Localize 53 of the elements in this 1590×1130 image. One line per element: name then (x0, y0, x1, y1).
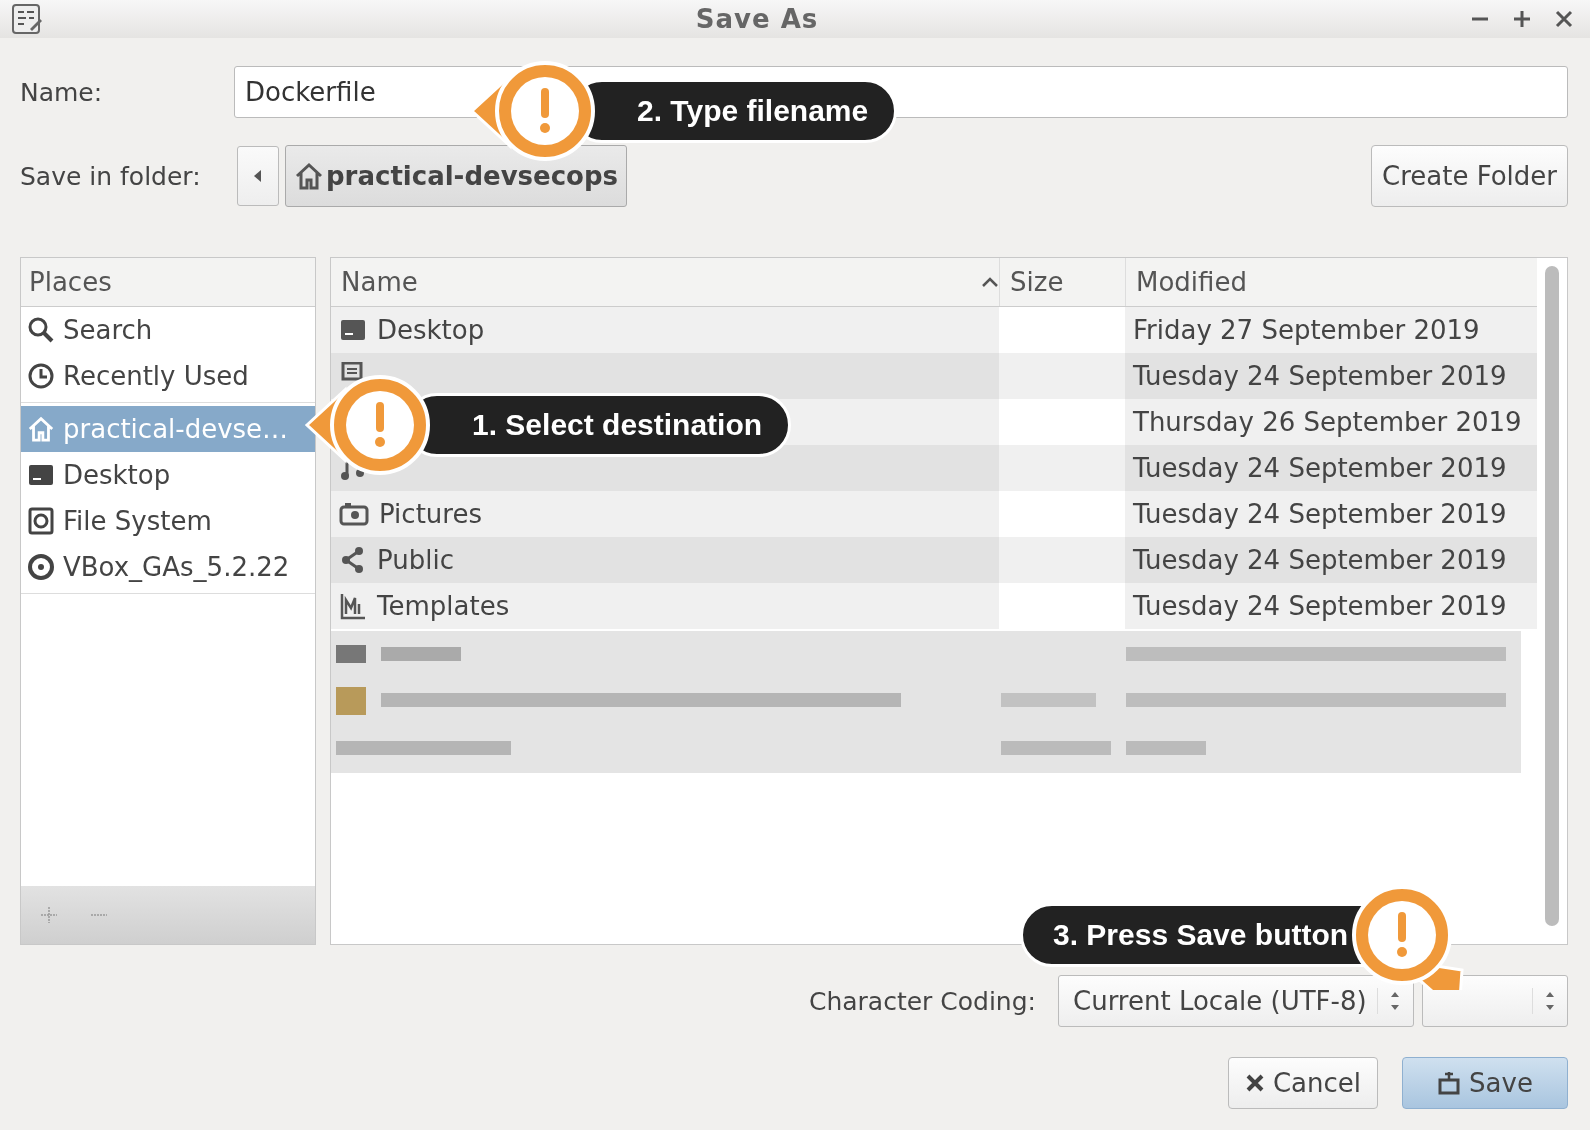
back-button[interactable] (237, 146, 279, 206)
coding-dropdown[interactable]: Current Locale (UTF-8) (1058, 975, 1414, 1027)
file-row[interactable]: Public Tuesday 24 September 2019 (331, 537, 1537, 583)
line-ending-dropdown[interactable] (1422, 975, 1568, 1027)
home-icon (27, 415, 55, 443)
save-button[interactable]: Save (1402, 1057, 1568, 1109)
modified-column-header[interactable]: Modified (1125, 258, 1537, 306)
notepad-icon (10, 3, 44, 35)
file-name: Public (377, 545, 455, 575)
disc-icon (27, 553, 55, 581)
drive-icon (27, 507, 55, 535)
modified-date: Friday 27 September 2019 (1133, 315, 1480, 345)
coding-label: Character Coding: (808, 986, 1036, 1016)
search-icon (27, 316, 55, 344)
size-column-header[interactable]: Size (999, 258, 1125, 306)
place-item[interactable]: Desktop (21, 452, 315, 498)
folder-label: Save in folder: (20, 161, 202, 191)
name-label: Name: (20, 77, 104, 107)
file-row[interactable]: Desktop Friday 27 September 2019 (331, 307, 1537, 353)
save-tray-icon (1437, 1070, 1462, 1096)
modified-date: Tuesday 24 September 2019 (1133, 453, 1507, 483)
add-icon[interactable] (39, 905, 59, 925)
modified-date: Thursday 26 September 2019 (1133, 407, 1522, 437)
create-folder-button[interactable]: Create Folder (1371, 145, 1568, 207)
file-name: Pictures (379, 499, 483, 529)
file-row[interactable]: Tuesday 24 September 2019 (331, 353, 1537, 399)
close-icon (1244, 1073, 1265, 1093)
close-icon[interactable] (1554, 9, 1574, 29)
modified-date: Tuesday 24 September 2019 (1133, 545, 1507, 575)
window-title: Save As (694, 4, 820, 34)
file-row[interactable]: Templates Tuesday 24 September 2019 (331, 583, 1537, 629)
name-column-header[interactable]: Name (331, 258, 999, 306)
cancel-button[interactable]: Cancel (1227, 1057, 1378, 1109)
camera-icon (339, 500, 369, 528)
file-name: Templates (377, 591, 511, 621)
left-arrow-icon (254, 170, 262, 182)
places-header: Places (21, 258, 315, 307)
place-item[interactable]: Recently Used (21, 353, 315, 399)
path-button[interactable]: practical-devsecops (285, 145, 628, 207)
maximize-icon[interactable] (1512, 9, 1532, 29)
home-icon (294, 162, 324, 190)
modified-date: Tuesday 24 September 2019 (1133, 591, 1507, 621)
sort-up-icon (981, 276, 999, 288)
place-item[interactable]: VBox_GAs_5.2.22 (21, 544, 315, 590)
modified-date: Tuesday 24 September 2019 (1133, 499, 1507, 529)
modified-date: Tuesday 24 September 2019 (1133, 361, 1507, 391)
place-item[interactable]: Search (21, 307, 315, 353)
clock-icon (27, 362, 55, 390)
scrollbar[interactable] (1545, 266, 1559, 926)
place-item[interactable]: File System (21, 498, 315, 544)
file-row[interactable]: Pictures Tuesday 24 September 2019 (331, 491, 1537, 537)
file-name: Desktop (377, 315, 486, 345)
templates-icon (339, 592, 367, 620)
